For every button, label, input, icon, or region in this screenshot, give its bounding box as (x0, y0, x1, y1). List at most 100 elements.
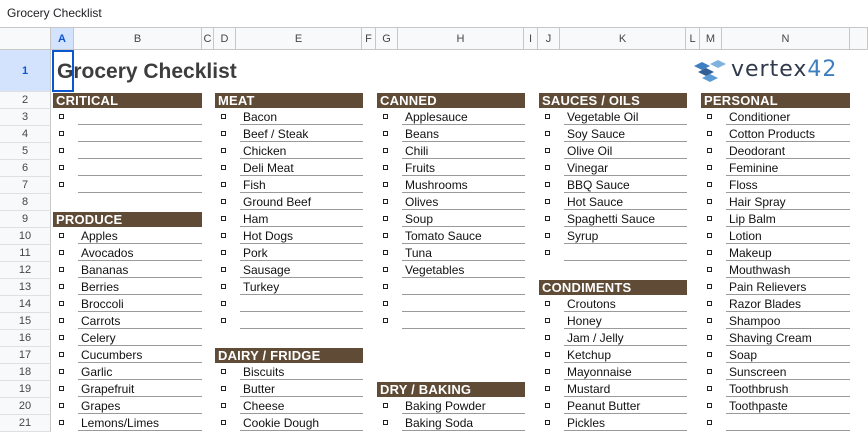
checklist-item[interactable] (59, 160, 202, 177)
checkbox-icon[interactable] (59, 403, 64, 408)
checkbox-icon[interactable] (59, 369, 64, 374)
checkbox-icon[interactable] (221, 301, 226, 306)
column-header-i[interactable]: I (524, 27, 538, 50)
column-header-b[interactable]: B (74, 27, 202, 50)
checklist-item[interactable]: Chicken (221, 143, 363, 160)
checkbox-icon[interactable] (59, 386, 64, 391)
row-header-21[interactable]: 21 (0, 415, 51, 432)
checklist-item[interactable] (545, 245, 687, 262)
checkbox-icon[interactable] (707, 165, 712, 170)
checkbox-icon[interactable] (545, 369, 550, 374)
checklist-item[interactable]: Pork (221, 245, 363, 262)
checkbox-icon[interactable] (383, 267, 388, 272)
checklist-item[interactable]: Grapes (59, 398, 202, 415)
row-header-18[interactable]: 18 (0, 364, 51, 381)
checkbox-icon[interactable] (59, 114, 64, 119)
checklist-item[interactable]: Honey (545, 313, 687, 330)
checkbox-icon[interactable] (383, 318, 388, 323)
checkbox-icon[interactable] (221, 420, 226, 425)
checklist-item[interactable]: Lemons/Limes (59, 415, 202, 432)
checklist-item[interactable]: Hair Spray (707, 194, 850, 211)
checkbox-icon[interactable] (707, 216, 712, 221)
checklist-item[interactable]: Celery (59, 330, 202, 347)
checkbox-icon[interactable] (221, 403, 226, 408)
checkbox-icon[interactable] (221, 148, 226, 153)
checklist-item[interactable]: Mayonnaise (545, 364, 687, 381)
checklist-item[interactable]: Mouthwash (707, 262, 850, 279)
row-header-16[interactable]: 16 (0, 330, 51, 347)
checklist-item[interactable] (383, 279, 525, 296)
checklist-item[interactable]: Conditioner (707, 109, 850, 126)
checklist-item[interactable]: Shaving Cream (707, 330, 850, 347)
checkbox-icon[interactable] (707, 199, 712, 204)
checkbox-icon[interactable] (707, 233, 712, 238)
checkbox-icon[interactable] (383, 148, 388, 153)
checklist-item[interactable]: Spaghetti Sauce (545, 211, 687, 228)
checklist-item[interactable]: Bananas (59, 262, 202, 279)
checkbox-icon[interactable] (383, 233, 388, 238)
checkbox-icon[interactable] (545, 131, 550, 136)
checkbox-icon[interactable] (59, 131, 64, 136)
checkbox-icon[interactable] (707, 131, 712, 136)
checkbox-icon[interactable] (383, 216, 388, 221)
checkbox-icon[interactable] (59, 233, 64, 238)
row-header-13[interactable]: 13 (0, 279, 51, 296)
checkbox-icon[interactable] (59, 165, 64, 170)
checklist-item[interactable]: Deli Meat (221, 160, 363, 177)
checkbox-icon[interactable] (59, 250, 64, 255)
checklist-item[interactable]: Floss (707, 177, 850, 194)
checklist-item[interactable]: Butter (221, 381, 363, 398)
checklist-item[interactable]: Cucumbers (59, 347, 202, 364)
checklist-item[interactable]: Deodorant (707, 143, 850, 160)
checklist-item[interactable]: Vegetable Oil (545, 109, 687, 126)
checkbox-icon[interactable] (59, 318, 64, 323)
checkbox-icon[interactable] (707, 420, 712, 425)
checklist-item[interactable]: Peanut Butter (545, 398, 687, 415)
checklist-item[interactable]: Pickles (545, 415, 687, 432)
row-header-20[interactable]: 20 (0, 398, 51, 415)
checklist-item[interactable] (59, 143, 202, 160)
checklist-item[interactable]: Ground Beef (221, 194, 363, 211)
checkbox-icon[interactable] (383, 165, 388, 170)
checkbox-icon[interactable] (383, 114, 388, 119)
column-header-e[interactable]: E (236, 27, 362, 50)
checklist-item[interactable]: Croutons (545, 296, 687, 313)
checkbox-icon[interactable] (221, 165, 226, 170)
checkbox-icon[interactable] (383, 284, 388, 289)
checkbox-icon[interactable] (221, 250, 226, 255)
checkbox-icon[interactable] (59, 182, 64, 187)
checklist-item[interactable]: Ham (221, 211, 363, 228)
checkbox-icon[interactable] (707, 403, 712, 408)
checklist-item[interactable]: Cheese (221, 398, 363, 415)
checklist-item[interactable]: Olives (383, 194, 525, 211)
checkbox-icon[interactable] (383, 403, 388, 408)
checklist-item[interactable] (707, 415, 850, 432)
checklist-item[interactable]: Vegetables (383, 262, 525, 279)
checklist-item[interactable]: Baking Powder (383, 398, 525, 415)
column-header-a[interactable]: A (51, 27, 74, 50)
checklist-item[interactable]: Hot Sauce (545, 194, 687, 211)
checklist-item[interactable]: Tomato Sauce (383, 228, 525, 245)
checklist-item[interactable]: Cookie Dough (221, 415, 363, 432)
checklist-item[interactable]: Cotton Products (707, 126, 850, 143)
checkbox-icon[interactable] (221, 369, 226, 374)
checklist-item[interactable]: Apples (59, 228, 202, 245)
checkbox-icon[interactable] (707, 284, 712, 289)
checklist-item[interactable]: Carrots (59, 313, 202, 330)
checklist-item[interactable] (221, 296, 363, 313)
checkbox-icon[interactable] (545, 182, 550, 187)
checklist-item[interactable] (59, 177, 202, 194)
checkbox-icon[interactable] (707, 250, 712, 255)
checklist-item[interactable]: Chili (383, 143, 525, 160)
checkbox-icon[interactable] (221, 216, 226, 221)
column-header-f[interactable]: F (362, 27, 376, 50)
row-header-6[interactable]: 6 (0, 160, 51, 177)
row-header-5[interactable]: 5 (0, 143, 51, 160)
checkbox-icon[interactable] (221, 114, 226, 119)
checklist-item[interactable]: Fruits (383, 160, 525, 177)
checklist-item[interactable]: BBQ Sauce (545, 177, 687, 194)
row-header-2[interactable]: 2 (0, 92, 51, 109)
checkbox-icon[interactable] (545, 199, 550, 204)
checkbox-icon[interactable] (59, 420, 64, 425)
row-header-4[interactable]: 4 (0, 126, 51, 143)
